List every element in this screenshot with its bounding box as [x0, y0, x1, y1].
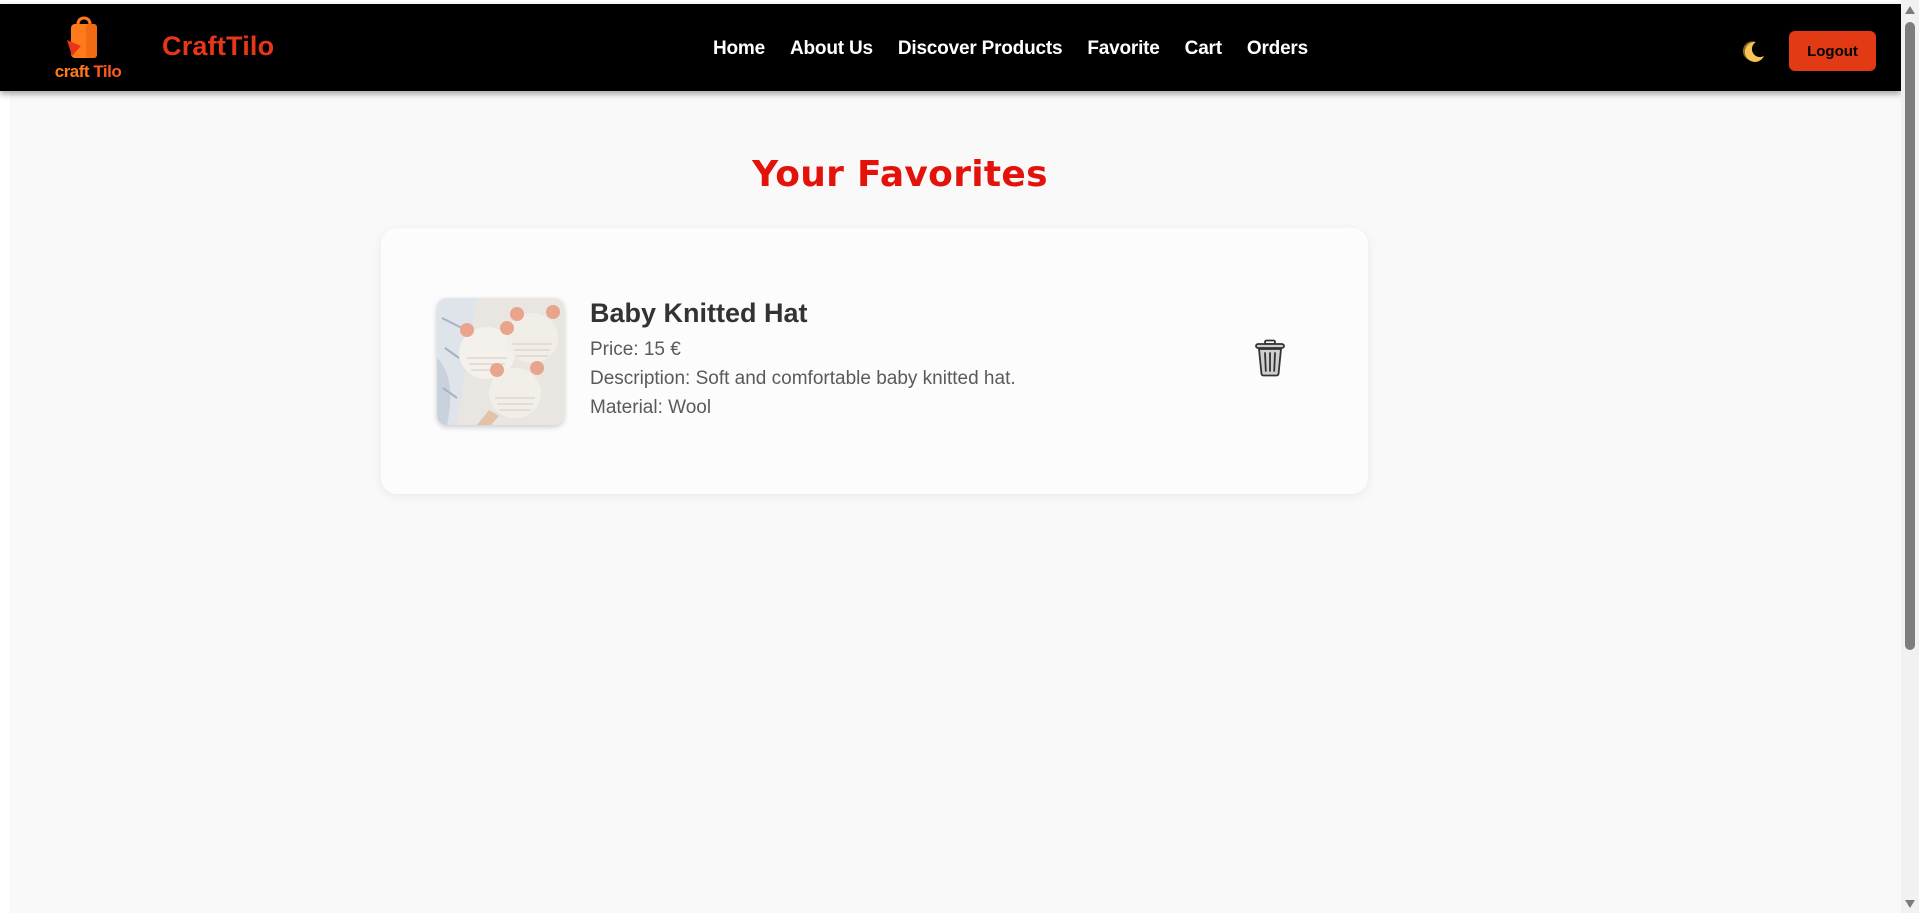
- nav-link-cart[interactable]: Cart: [1185, 38, 1222, 60]
- navbar: craft Tilo CraftTilo Home About Us Disco…: [0, 4, 1901, 91]
- logo[interactable]: craft Tilo: [50, 10, 126, 86]
- moon-icon[interactable]: [1740, 39, 1766, 65]
- scroll-up-arrow-icon[interactable]: [1905, 6, 1915, 14]
- product-image[interactable]: [437, 298, 564, 425]
- nav-link-home[interactable]: Home: [713, 38, 765, 60]
- logo-text-craft: craft: [54, 62, 90, 81]
- product-price: Price: 15 €: [590, 339, 681, 360]
- scroll-down-arrow-icon[interactable]: [1905, 900, 1915, 908]
- brand-name[interactable]: CraftTilo: [162, 31, 274, 62]
- nav-link-favorite[interactable]: Favorite: [1087, 38, 1160, 60]
- favorite-item-details: Baby Knitted Hat Price: 15 € Description…: [590, 296, 1016, 422]
- main-nav: Home About Us Discover Products Favorite…: [713, 34, 1308, 64]
- nav-link-about-us[interactable]: About Us: [790, 38, 873, 60]
- logo-text-tilo: Tilo: [93, 62, 122, 81]
- scroll-thumb[interactable]: [1905, 22, 1915, 650]
- nav-link-orders[interactable]: Orders: [1247, 38, 1308, 60]
- favorite-item-card: Baby Knitted Hat Price: 15 € Description…: [381, 228, 1368, 494]
- product-description: Description: Soft and comfortable baby k…: [590, 368, 1016, 389]
- logo-text: craft Tilo: [50, 62, 126, 82]
- logout-button[interactable]: Logout: [1789, 31, 1876, 71]
- nav-link-discover-products[interactable]: Discover Products: [898, 38, 1063, 60]
- product-title: Baby Knitted Hat: [590, 298, 808, 328]
- vertical-scrollbar[interactable]: [1901, 0, 1919, 913]
- page-background: [10, 92, 1901, 913]
- page-title: Your Favorites: [752, 154, 1048, 195]
- product-material: Material: Wool: [590, 397, 712, 418]
- trash-icon[interactable]: [1254, 339, 1286, 377]
